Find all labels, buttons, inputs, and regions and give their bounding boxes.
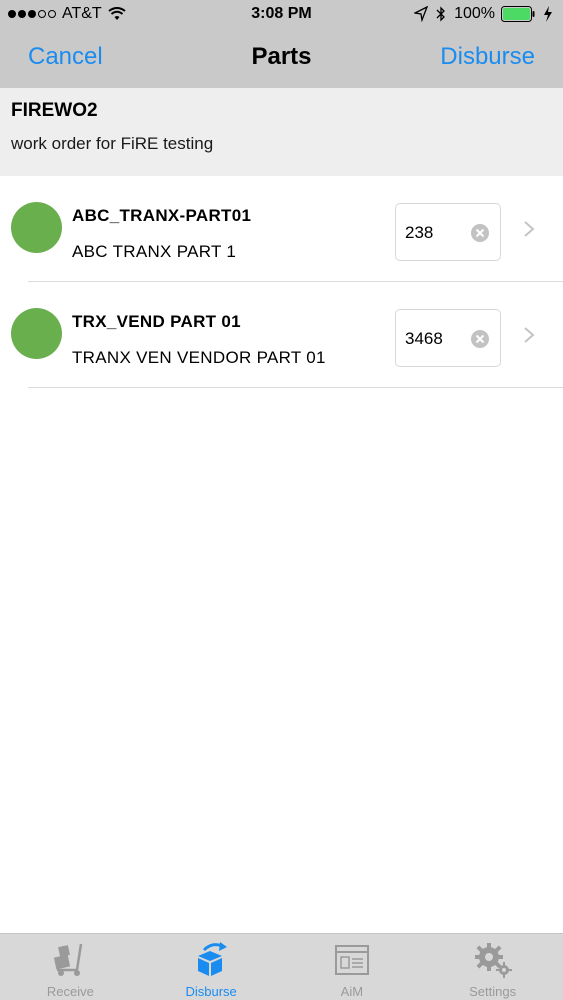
hand-truck-icon	[54, 943, 83, 976]
bluetooth-icon	[436, 6, 445, 22]
part-row[interactable]: TRX_VEND PART 01 TRANX VEN VENDOR PART 0…	[0, 282, 563, 388]
location-arrow-icon	[414, 6, 429, 22]
part-code: ABC_TRANX-PART01	[72, 206, 252, 225]
quantity-field-container	[395, 203, 501, 261]
quantity-field-container	[395, 309, 501, 367]
chevron-right-icon[interactable]	[522, 325, 536, 345]
part-status-indicator	[11, 202, 62, 253]
clear-icon[interactable]	[470, 223, 490, 243]
part-status-indicator	[11, 308, 62, 359]
charging-bolt-icon	[544, 6, 552, 22]
aim-window-icon	[334, 945, 369, 975]
battery-icon	[501, 6, 535, 22]
tab-disburse[interactable]: Disburse	[141, 934, 282, 1000]
tab-settings[interactable]: Settings	[422, 934, 563, 1000]
quantity-input[interactable]	[405, 221, 465, 245]
battery-percent: 100%	[454, 5, 495, 22]
tab-label: AiM	[340, 984, 364, 999]
nav-bar: Cancel Parts Disburse	[0, 30, 563, 88]
part-row[interactable]: ABC_TRANX-PART01 ABC TRANX PART 1	[0, 176, 563, 282]
part-name: ABC TRANX PART 1	[72, 242, 237, 261]
gears-icon	[474, 943, 512, 978]
header: AT&T 3:08 PM 100% Cancel Parts Disburse	[0, 0, 563, 88]
part-name: TRANX VEN VENDOR PART 01	[72, 348, 326, 367]
work-order-description: work order for FiRE testing	[11, 134, 214, 153]
status-bar: AT&T 3:08 PM 100%	[0, 0, 563, 30]
work-order-id: FIREWO2	[11, 100, 98, 121]
tab-receive[interactable]: Receive	[0, 934, 141, 1000]
chevron-right-icon[interactable]	[522, 219, 536, 239]
disburse-button[interactable]: Disburse	[440, 43, 535, 71]
tab-label: Disburse	[185, 984, 237, 999]
tab-bar: Receive Disburse AiM Settings	[0, 933, 563, 1000]
tab-aim[interactable]: AiM	[282, 934, 423, 1000]
tab-label: Receive	[46, 984, 94, 999]
part-code: TRX_VEND PART 01	[72, 312, 241, 331]
status-right: 100%	[414, 5, 555, 23]
parts-list: ABC_TRANX-PART01 ABC TRANX PART 1 TRX_VE…	[0, 176, 563, 388]
disburse-box-icon	[198, 942, 228, 976]
clear-icon[interactable]	[470, 329, 490, 349]
work-order-banner: FIREWO2 work order for FiRE testing	[0, 88, 563, 176]
tab-label: Settings	[469, 984, 517, 999]
quantity-input[interactable]	[405, 327, 465, 351]
row-divider	[28, 387, 563, 388]
cancel-button[interactable]: Cancel	[28, 43, 103, 71]
